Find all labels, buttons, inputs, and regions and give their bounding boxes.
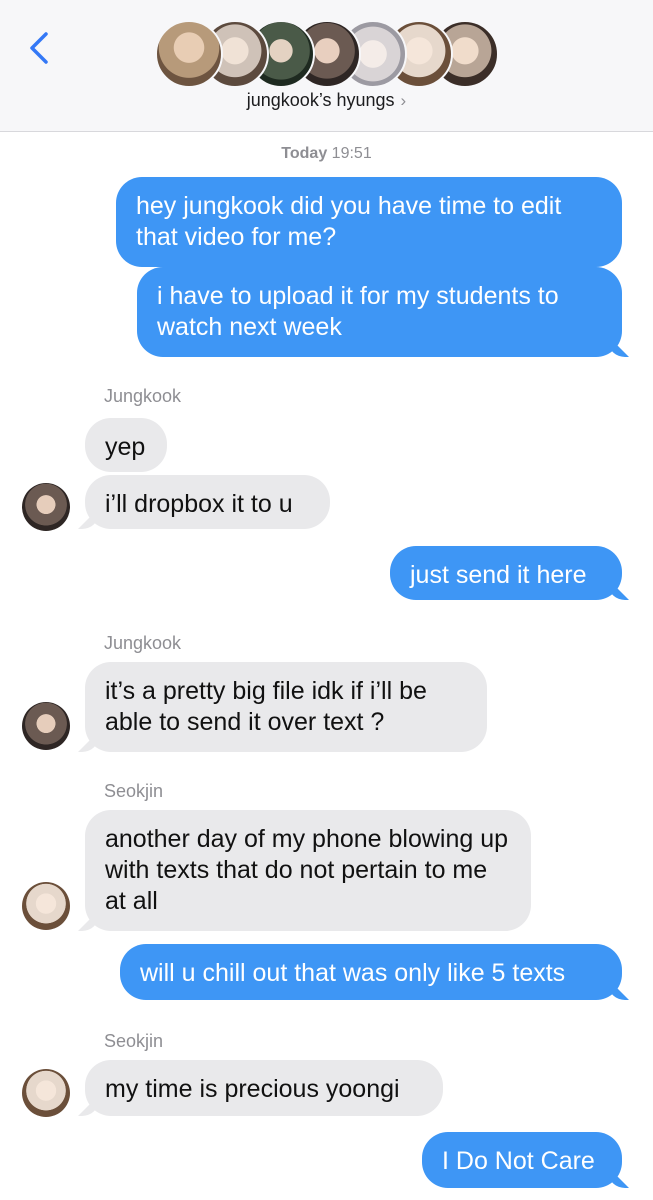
group-name-label: jungkook’s hyungs	[246, 90, 395, 110]
incoming-message[interactable]: yep	[85, 418, 167, 472]
message-text: just send it here	[410, 561, 587, 589]
incoming-message[interactable]: i’ll dropbox it to u	[85, 475, 330, 529]
incoming-message[interactable]: another day of my phone blowing up with …	[85, 810, 531, 931]
sender-avatar[interactable]	[22, 702, 70, 750]
conversation-header: jungkook’s hyungs ›	[0, 0, 653, 132]
message-text: I Do Not Care	[442, 1147, 595, 1175]
sender-name: Jungkook	[104, 386, 182, 406]
sender-avatar[interactable]	[22, 882, 70, 930]
message-text: yep	[105, 433, 146, 461]
message-text: another day of my phone blowing up with …	[105, 825, 509, 915]
outgoing-message[interactable]: will u chill out that was only like 5 te…	[120, 944, 622, 1000]
message-text: my time is precious yoongi	[105, 1075, 400, 1103]
incoming-message[interactable]: my time is precious yoongi	[85, 1060, 443, 1116]
outgoing-message[interactable]: just send it here	[390, 546, 622, 600]
sender-avatar[interactable]	[22, 483, 70, 531]
back-button[interactable]	[22, 28, 62, 68]
timestamp-day: Today	[281, 145, 328, 162]
sender-name: Jungkook	[104, 633, 182, 653]
message-timestamp: Today 19:51	[0, 145, 653, 163]
timestamp-time: 19:51	[331, 145, 372, 162]
outgoing-message[interactable]: hey jungkook did you have time to edit t…	[116, 177, 622, 267]
message-text: it’s a pretty big file idk if i’ll be ab…	[105, 677, 427, 736]
sender-avatar[interactable]	[22, 1069, 70, 1117]
outgoing-message[interactable]: I Do Not Care	[422, 1132, 622, 1188]
chevron-left-icon	[30, 32, 48, 64]
outgoing-message[interactable]: i have to upload it for my students to w…	[137, 267, 622, 357]
sender-name: Seokjin	[104, 781, 164, 801]
sender-name: Seokjin	[104, 1031, 164, 1051]
incoming-message[interactable]: it’s a pretty big file idk if i’ll be ab…	[85, 662, 487, 752]
chevron-right-icon: ›	[400, 91, 407, 110]
group-avatars[interactable]	[155, 20, 505, 88]
group-name-button[interactable]: jungkook’s hyungs ›	[0, 90, 653, 111]
message-text: i have to upload it for my students to w…	[157, 282, 559, 341]
member-avatar	[155, 20, 223, 88]
message-text: hey jungkook did you have time to edit t…	[136, 192, 562, 251]
message-text: i’ll dropbox it to u	[105, 490, 293, 518]
message-text: will u chill out that was only like 5 te…	[140, 959, 566, 987]
